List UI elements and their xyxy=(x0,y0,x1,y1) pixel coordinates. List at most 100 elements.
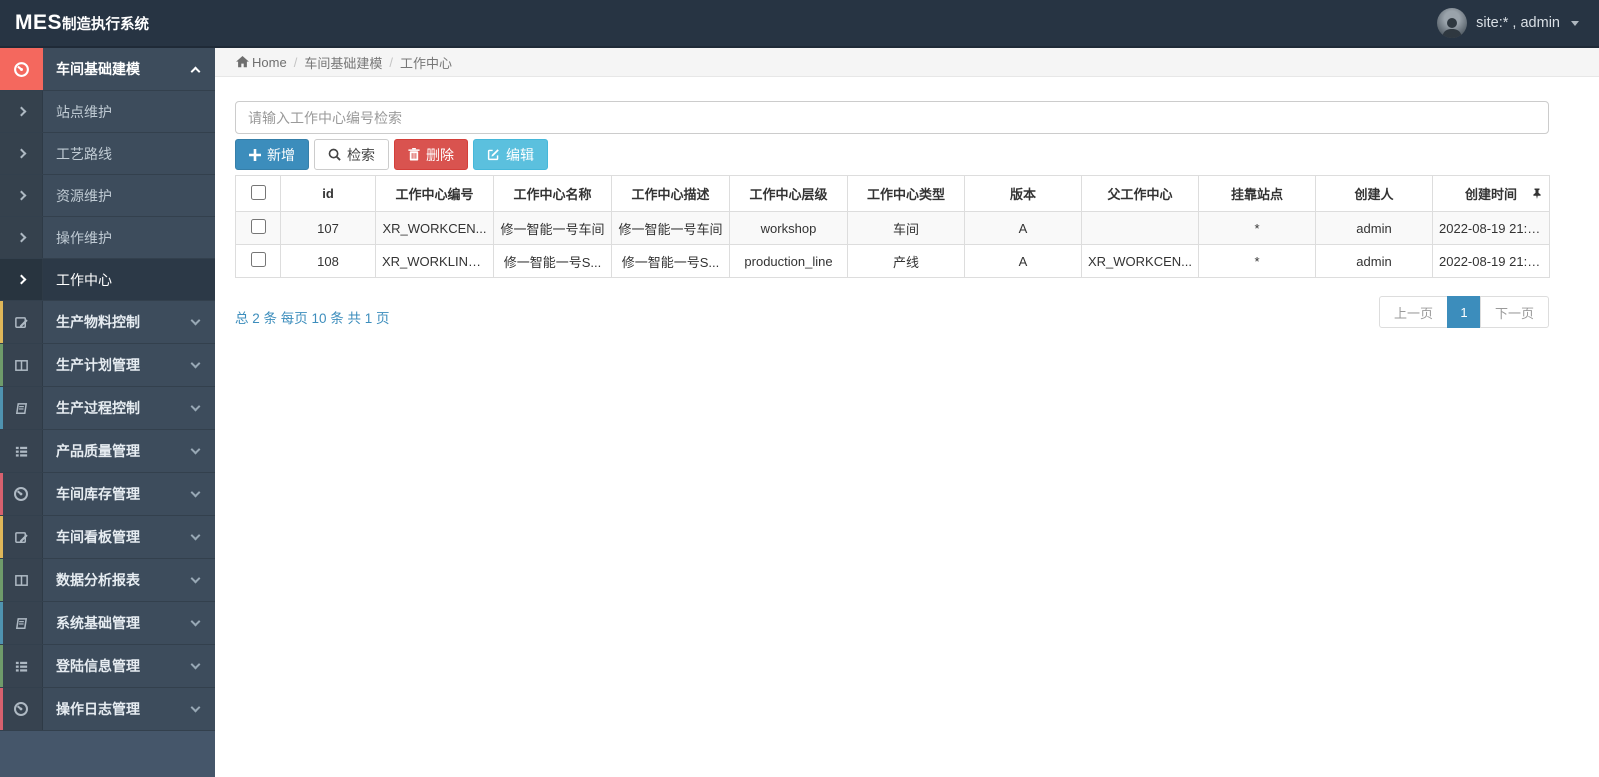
search-icon xyxy=(328,148,341,161)
sidebar-group-label: 生产过程控制 xyxy=(56,400,140,416)
gauge-icon xyxy=(0,48,43,90)
user-menu[interactable]: site:* , admin xyxy=(1437,8,1599,38)
chevron-down-icon xyxy=(190,301,215,343)
edit-icon xyxy=(487,149,499,161)
sidebar-group-system-management[interactable]: 系统基础管理 xyxy=(0,602,215,645)
prev-page-button[interactable]: 上一页 xyxy=(1378,296,1448,328)
chevron-down-icon xyxy=(190,516,215,558)
cell-version: A xyxy=(964,244,1082,278)
breadcrumb: Home / 车间基础建模 / 工作中心 xyxy=(215,48,1599,77)
main-content: Home / 车间基础建模 / 工作中心 新增 检索 删除 xyxy=(215,48,1599,777)
sidebar-group-operation-log[interactable]: 操作日志管理 xyxy=(0,688,215,731)
cell-level: production_line xyxy=(729,244,848,278)
breadcrumb-level2[interactable]: 车间基础建模 xyxy=(304,53,382,72)
cell-type: 产线 xyxy=(847,244,965,278)
sidebar-group-label: 数据分析报表 xyxy=(56,572,140,588)
table-row[interactable]: 108 XR_WORKLINE... 修一智能一号S... 修一智能一号S...… xyxy=(235,244,1550,278)
delete-button-label: 删除 xyxy=(426,146,454,163)
sidebar-group-data-analysis[interactable]: 数据分析报表 xyxy=(0,559,215,602)
avatar xyxy=(1437,8,1468,38)
sidebar-group-kanban-management[interactable]: 车间看板管理 xyxy=(0,516,215,559)
list-icon xyxy=(0,645,43,687)
chevron-right-icon xyxy=(0,175,43,216)
list-icon xyxy=(0,430,43,472)
logo-mes-text: MES xyxy=(15,11,63,34)
select-all-checkbox[interactable] xyxy=(250,184,266,200)
breadcrumb-home-label: Home xyxy=(252,54,287,70)
cell-creator: admin xyxy=(1315,211,1433,245)
sidebar-item-label: 工作中心 xyxy=(56,271,112,288)
sidebar-group-material-control[interactable]: 生产物料控制 xyxy=(0,301,215,344)
sidebar-item-label: 操作维护 xyxy=(56,229,112,246)
row-checkbox[interactable] xyxy=(250,219,266,234)
header-version: 版本 xyxy=(964,175,1082,212)
person-icon xyxy=(1442,18,1463,38)
cell-name: 修一智能一号车间 xyxy=(493,211,612,245)
header-name: 工作中心名称 xyxy=(493,175,612,212)
caret-down-icon xyxy=(1571,20,1579,26)
row-checkbox[interactable] xyxy=(250,252,266,267)
sidebar-group-login-info[interactable]: 登陆信息管理 xyxy=(0,645,215,688)
cell-id: 108 xyxy=(280,244,376,278)
table-row[interactable]: 107 XR_WORKCEN... 修一智能一号车间 修一智能一号车间 work… xyxy=(235,211,1550,245)
next-page-button[interactable]: 下一页 xyxy=(1479,296,1549,328)
edit-button-label: 编辑 xyxy=(506,146,534,163)
add-button[interactable]: 新增 xyxy=(235,139,309,170)
sidebar-item-operation-maintenance[interactable]: 操作维护 xyxy=(0,217,215,259)
chevron-right-icon xyxy=(0,217,43,258)
cell-desc: 修一智能一号S... xyxy=(611,244,730,278)
header-parent: 父工作中心 xyxy=(1081,175,1199,212)
cell-parent: XR_WORKCEN... xyxy=(1081,244,1199,278)
cell-created: 2022-08-19 21:1... xyxy=(1432,211,1550,245)
sidebar-group-label: 车间基础建模 xyxy=(56,61,140,77)
edit-icon xyxy=(0,301,43,343)
app-logo: MES 制造执行系统 xyxy=(0,11,215,35)
logo-subtitle-text: 制造执行系统 xyxy=(62,17,150,33)
chevron-down-icon xyxy=(190,645,215,687)
row-checkbox-cell xyxy=(235,211,281,245)
sidebar-group-label: 系统基础管理 xyxy=(56,615,140,631)
cell-station: * xyxy=(1198,244,1316,278)
gauge-icon xyxy=(0,688,43,730)
edit-button[interactable]: 编辑 xyxy=(473,139,548,170)
chevron-right-icon xyxy=(0,91,43,132)
sidebar-group-workshop-modeling[interactable]: 车间基础建模 xyxy=(0,48,215,91)
chevron-down-icon xyxy=(190,559,215,601)
header-checkbox-cell xyxy=(235,175,281,212)
cell-version: A xyxy=(964,211,1082,245)
sidebar-item-resource-maintenance[interactable]: 资源维护 xyxy=(0,175,215,217)
header-creator: 创建人 xyxy=(1315,175,1433,212)
sidebar-item-label: 站点维护 xyxy=(56,103,112,120)
header-created-label: 创建时间 xyxy=(1464,187,1517,202)
sidebar-group-inventory-management[interactable]: 车间库存管理 xyxy=(0,473,215,516)
pagination: 上一页 1 下一页 xyxy=(1378,296,1549,328)
sidebar-group-plan-management[interactable]: 生产计划管理 xyxy=(0,344,215,387)
plus-icon xyxy=(249,148,261,161)
edit-icon xyxy=(0,516,43,558)
search-input[interactable] xyxy=(235,101,1549,134)
trash-icon xyxy=(408,148,420,161)
header-station: 挂靠站点 xyxy=(1198,175,1316,212)
sidebar-group-quality-management[interactable]: 产品质量管理 xyxy=(0,430,215,473)
cell-id: 107 xyxy=(280,211,376,245)
sidebar-item-work-center[interactable]: 工作中心 xyxy=(0,259,215,301)
toolbar: 新增 检索 删除 编辑 xyxy=(235,139,1569,170)
cell-name: 修一智能一号S... xyxy=(493,244,612,278)
delete-button[interactable]: 删除 xyxy=(394,139,468,170)
mes-app-window: MES 制造执行系统 site:* , admin 车间基础建模 站点维护 工艺… xyxy=(0,0,1599,777)
chevron-down-icon xyxy=(190,473,215,515)
columns-icon xyxy=(0,344,43,386)
chevron-down-icon xyxy=(190,430,215,472)
book-icon xyxy=(0,387,43,429)
breadcrumb-home[interactable]: Home xyxy=(236,55,287,70)
search-button[interactable]: 检索 xyxy=(314,139,389,170)
table-footer: 总 2 条 每页 10 条 共 1 页 上一页 1 下一页 xyxy=(235,296,1549,328)
sidebar-group-process-control[interactable]: 生产过程控制 xyxy=(0,387,215,430)
page-1-button[interactable]: 1 xyxy=(1446,296,1481,328)
search-button-label: 检索 xyxy=(347,146,375,163)
sidebar-item-station-maintenance[interactable]: 站点维护 xyxy=(0,91,215,133)
pin-icon[interactable] xyxy=(1532,188,1542,199)
sidebar-item-process-route[interactable]: 工艺路线 xyxy=(0,133,215,175)
chevron-right-icon xyxy=(0,133,43,174)
header-id: id xyxy=(280,175,376,212)
